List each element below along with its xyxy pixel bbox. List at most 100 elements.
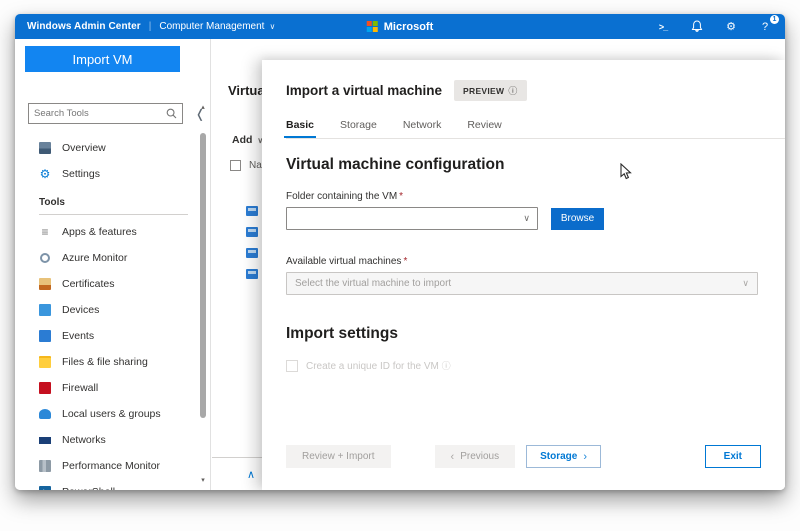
events-icon [39,330,51,342]
info-icon: ⓘ [442,361,451,371]
sidebar-item-local-users[interactable]: Local users & groups [15,401,200,427]
devices-icon [39,304,51,316]
unique-id-checkbox[interactable] [286,360,298,372]
help-badge: 1 [770,15,779,24]
tab-storage[interactable]: Storage [340,119,377,138]
certificate-icon [39,278,51,290]
wizard-footer: Review + Import ‹ Previous Storage › Exi… [286,445,761,468]
solution-label: Computer Management [159,21,264,32]
sidebar-item-label: PowerShell [62,486,115,490]
powershell-console-icon[interactable]: >_ [655,19,671,35]
sidebar-item-label: Settings [62,168,100,180]
sidebar-item-certificates[interactable]: Certificates [15,271,200,297]
sidebar-item-label: Azure Monitor [62,252,127,264]
brand-name: Microsoft [384,21,434,33]
overview-icon [39,142,51,154]
import-vm-panel: Import a virtual machine PREVIEW ⓘ Basic… [262,60,785,490]
sidebar-item-networks[interactable]: Networks [15,427,200,453]
tab-network[interactable]: Network [403,119,442,138]
review-import-button[interactable]: Review + Import [286,445,391,468]
chevron-down-icon[interactable]: ∨ [523,213,530,224]
tabs-divider [286,138,785,139]
previous-label: Previous [460,451,499,462]
scroll-down-icon[interactable]: ▾ [199,476,207,484]
chevron-down-icon: ∨ [269,22,275,31]
azure-monitor-icon [39,252,51,264]
select-placeholder: Select the virtual machine to import [295,278,451,289]
sidebar-item-firewall[interactable]: Firewall [15,375,200,401]
browse-button[interactable]: Browse [551,208,604,230]
sidebar-item-performance-monitor[interactable]: Performance Monitor [15,453,200,479]
import-settings-heading: Import settings [286,325,761,343]
panel-title: Import a virtual machine [286,83,442,98]
add-label: Add [232,134,252,146]
next-label: Storage [540,451,577,462]
app-title: Windows Admin Center [27,21,141,32]
sidebar-item-powershell[interactable]: > PowerShell [15,479,200,490]
previous-button[interactable]: ‹ Previous [435,445,516,468]
required-marker: * [399,191,403,202]
sidebar-item-label: Networks [62,434,106,446]
vm-icon [246,206,258,216]
chevron-right-icon: › [583,451,587,463]
sidebar-item-settings[interactable]: ⚙ Settings [15,161,200,187]
sidebar-item-label: Certificates [62,278,115,290]
wizard-tabs: Basic Storage Network Review [286,119,761,138]
title-separator: | [149,21,152,32]
network-icon [39,434,51,446]
folder-combobox[interactable]: ∨ [286,207,538,230]
sidebar-item-label: Files & file sharing [62,356,148,368]
next-storage-button[interactable]: Storage › [526,445,601,468]
add-dropdown[interactable]: Add ∨ [232,134,263,146]
settings-gear-icon[interactable]: ⚙ [723,19,739,35]
import-vm-button[interactable]: Import VM [25,46,180,72]
folder-icon [39,356,51,368]
sidebar-nav: Overview ⚙ Settings Tools ≡ Apps & featu… [15,135,200,490]
sidebar-item-apps-features[interactable]: ≡ Apps & features [15,219,200,245]
sidebar-item-label: Local users & groups [62,408,161,420]
admin-center-window: Windows Admin Center | Computer Manageme… [15,14,785,490]
sidebar-item-events[interactable]: Events [15,323,200,349]
sidebar-item-azure-monitor[interactable]: Azure Monitor [15,245,200,271]
gear-icon: ⚙ [39,168,51,180]
tools-divider [39,214,188,215]
solution-switcher[interactable]: Computer Management ∨ [159,21,275,32]
sidebar-item-label: Apps & features [62,226,137,238]
available-vms-select[interactable]: Select the virtual machine to import ∨ [286,272,758,295]
search-tools-input[interactable] [34,108,166,119]
select-all-checkbox[interactable] [230,160,241,171]
scrollbar-thumb[interactable] [200,133,206,418]
preview-label: PREVIEW [463,86,504,96]
sidebar-item-label: Events [62,330,94,342]
tab-review[interactable]: Review [467,119,501,138]
top-bar: Windows Admin Center | Computer Manageme… [15,14,785,39]
microsoft-logo-icon [367,21,378,32]
sidebar-item-devices[interactable]: Devices [15,297,200,323]
exit-button[interactable]: Exit [705,445,761,468]
performance-chart-icon [39,460,51,472]
scroll-up-icon[interactable]: ▴ [199,103,207,111]
vm-icon [246,269,258,279]
tools-section-label: Tools [15,187,200,212]
chevron-up-icon: ∧ [247,468,255,481]
search-icon [166,108,177,119]
vm-configuration-heading: Virtual machine configuration [286,156,761,174]
microsoft-brand: Microsoft [367,21,434,33]
sidebar-item-label: Firewall [62,382,98,394]
unique-id-checkbox-row[interactable]: Create a unique ID for the VM ⓘ [286,359,761,372]
sidebar-item-label: Overview [62,142,106,154]
notifications-bell-icon[interactable] [689,19,705,35]
tab-basic[interactable]: Basic [286,119,314,138]
sidebar-item-overview[interactable]: Overview [15,135,200,161]
users-icon [39,408,51,420]
tools-sidebar: Import VM ❬ Overview ⚙ Settings Tools ≡ … [15,39,211,490]
chevron-left-icon: ‹ [451,451,455,463]
sidebar-item-files[interactable]: Files & file sharing [15,349,200,375]
firewall-icon [39,382,51,394]
help-icon[interactable]: ? 1 [757,19,773,35]
unique-id-label: Create a unique ID for the VM ⓘ [306,359,451,372]
preview-badge[interactable]: PREVIEW ⓘ [454,80,527,101]
info-icon: ⓘ [508,84,517,97]
vm-icon [246,227,258,237]
search-tools-box [28,103,183,124]
